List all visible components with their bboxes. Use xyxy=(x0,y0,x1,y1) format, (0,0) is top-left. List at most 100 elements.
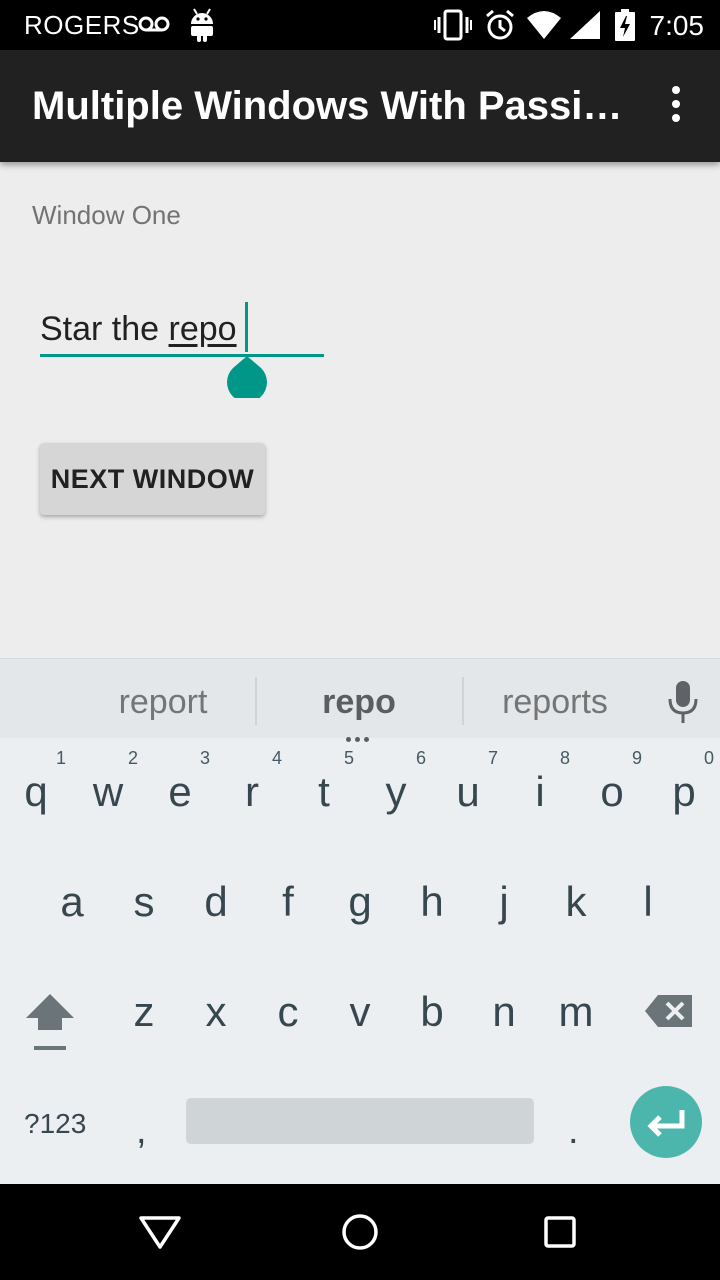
key-label: j xyxy=(499,878,509,925)
key-label: v xyxy=(349,988,371,1035)
suggestion-strip: report repo reports xyxy=(0,658,720,742)
message-input[interactable]: Star the repo xyxy=(40,300,324,360)
key-r[interactable]: r4 xyxy=(216,748,288,816)
key-u[interactable]: u7 xyxy=(432,748,504,816)
voicemail-icon xyxy=(138,16,170,32)
key-z[interactable]: z xyxy=(108,988,180,1036)
key-hint: 7 xyxy=(487,748,498,768)
key-label: s xyxy=(133,878,155,925)
suggestion-right[interactable]: reports xyxy=(480,683,630,722)
space-bar[interactable] xyxy=(186,1098,534,1144)
key-h[interactable]: h xyxy=(396,878,468,926)
alarm-icon xyxy=(486,9,514,40)
cell-signal-icon xyxy=(570,11,600,39)
key-label: p xyxy=(672,768,696,815)
key-hint: 9 xyxy=(631,748,642,768)
comma-key[interactable]: , xyxy=(136,1110,147,1153)
key-v[interactable]: v xyxy=(324,988,396,1036)
period-key[interactable]: . xyxy=(568,1110,579,1153)
key-hint: 8 xyxy=(559,748,570,768)
key-label: q xyxy=(24,768,48,815)
key-label: z xyxy=(133,988,155,1035)
window-label: Window One xyxy=(32,200,181,230)
composing-word: repo xyxy=(168,310,237,348)
key-label: m xyxy=(558,988,594,1035)
carrier-name: ROGERS xyxy=(24,10,140,40)
back-icon[interactable] xyxy=(138,1214,182,1250)
key-label: o xyxy=(600,768,624,815)
key-n[interactable]: n xyxy=(468,988,540,1036)
key-a[interactable]: a xyxy=(36,878,108,926)
key-l[interactable]: l xyxy=(612,878,684,926)
key-x[interactable]: x xyxy=(180,988,252,1036)
microphone-icon[interactable] xyxy=(666,679,700,725)
key-g[interactable]: g xyxy=(324,878,396,926)
key-label: c xyxy=(277,988,299,1035)
more-vert-icon[interactable] xyxy=(660,80,692,130)
key-o[interactable]: o9 xyxy=(576,748,648,816)
recents-icon[interactable] xyxy=(543,1215,577,1249)
key-k[interactable]: k xyxy=(540,878,612,926)
key-label: y xyxy=(385,768,407,815)
suggestion-divider xyxy=(462,677,464,725)
suggestion-left[interactable]: report xyxy=(88,683,238,722)
soft-keyboard: report repo reports q1w2e3r4t5y6u7i8o9p0… xyxy=(0,658,720,1184)
key-f[interactable]: f xyxy=(252,878,324,926)
key-y[interactable]: y6 xyxy=(360,748,432,816)
key-label: k xyxy=(565,878,587,925)
key-label: e xyxy=(168,768,192,815)
key-q[interactable]: q1 xyxy=(0,748,72,816)
next-window-button[interactable]: NEXT WINDOW xyxy=(40,443,265,515)
suggestion-center[interactable]: repo xyxy=(284,683,434,722)
key-t[interactable]: t5 xyxy=(288,748,360,816)
cursor-handle[interactable] xyxy=(226,356,268,398)
key-label: u xyxy=(456,768,480,815)
key-hint: 3 xyxy=(199,748,210,768)
key-hint: 6 xyxy=(415,748,426,768)
key-p[interactable]: p0 xyxy=(648,748,720,816)
key-w[interactable]: w2 xyxy=(72,748,144,816)
page-title: Multiple Windows With Passing Data xyxy=(32,84,632,128)
key-label: i xyxy=(535,768,545,815)
backspace-icon[interactable] xyxy=(644,994,694,1028)
key-label: h xyxy=(420,878,444,925)
key-hint: 0 xyxy=(703,748,714,768)
navigation-bar xyxy=(0,1184,720,1280)
key-label: n xyxy=(492,988,516,1035)
key-m[interactable]: m xyxy=(540,988,612,1036)
wifi-icon xyxy=(527,11,561,39)
status-bar: ROGERS 7:05 xyxy=(0,0,720,50)
key-label: t xyxy=(318,768,330,815)
key-c[interactable]: c xyxy=(252,988,324,1036)
vibrate-icon xyxy=(434,9,472,41)
key-j[interactable]: j xyxy=(468,878,540,926)
key-i[interactable]: i8 xyxy=(504,748,576,816)
key-b[interactable]: b xyxy=(396,988,468,1036)
app-toolbar: Multiple Windows With Passing Data xyxy=(0,50,720,162)
key-label: r xyxy=(245,768,259,815)
input-text-prefix: Star the xyxy=(40,310,169,348)
text-cursor xyxy=(245,302,248,352)
key-hint: 2 xyxy=(127,748,138,768)
symbols-key[interactable]: ?123 xyxy=(24,1108,86,1140)
home-icon[interactable] xyxy=(340,1212,380,1252)
key-label: g xyxy=(348,878,372,925)
suggestion-divider xyxy=(255,677,257,725)
enter-icon xyxy=(647,1110,685,1137)
clock: 7:05 xyxy=(649,10,705,41)
key-hint: 4 xyxy=(271,748,282,768)
key-e[interactable]: e3 xyxy=(144,748,216,816)
enter-key[interactable] xyxy=(630,1086,702,1158)
key-label: b xyxy=(420,988,444,1035)
shift-icon[interactable] xyxy=(24,992,76,1054)
input-text: Star the repo xyxy=(40,310,237,349)
key-label: d xyxy=(204,878,228,925)
android-debug-icon xyxy=(191,8,213,42)
key-d[interactable]: d xyxy=(180,878,252,926)
key-s[interactable]: s xyxy=(108,878,180,926)
key-label: f xyxy=(282,878,294,925)
input-underline xyxy=(40,354,324,357)
key-label: w xyxy=(92,768,124,815)
more-suggestions-dots[interactable] xyxy=(344,729,376,742)
key-label: l xyxy=(643,878,653,925)
